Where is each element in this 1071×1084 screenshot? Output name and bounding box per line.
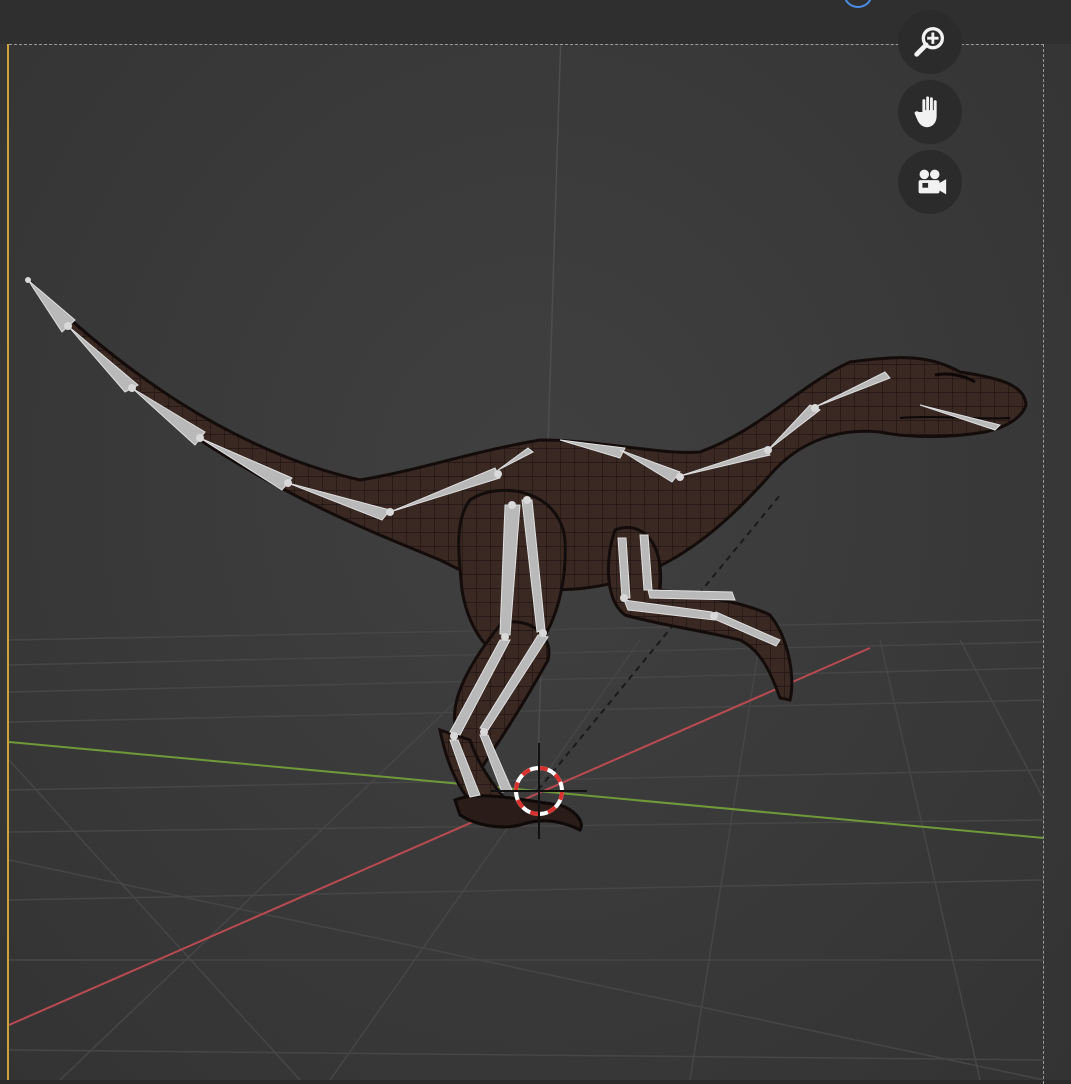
3d-viewport[interactable]	[0, 0, 1071, 1084]
zoom-icon	[914, 27, 945, 57]
pan-button[interactable]	[898, 80, 962, 144]
camera-icon	[918, 169, 947, 195]
zoom-button[interactable]	[898, 10, 962, 74]
dinosaur-mesh[interactable]	[26, 278, 1028, 832]
hand-pan-icon	[914, 96, 937, 128]
x-axis-line	[9, 647, 871, 1026]
camera-view-button[interactable]	[898, 150, 962, 214]
